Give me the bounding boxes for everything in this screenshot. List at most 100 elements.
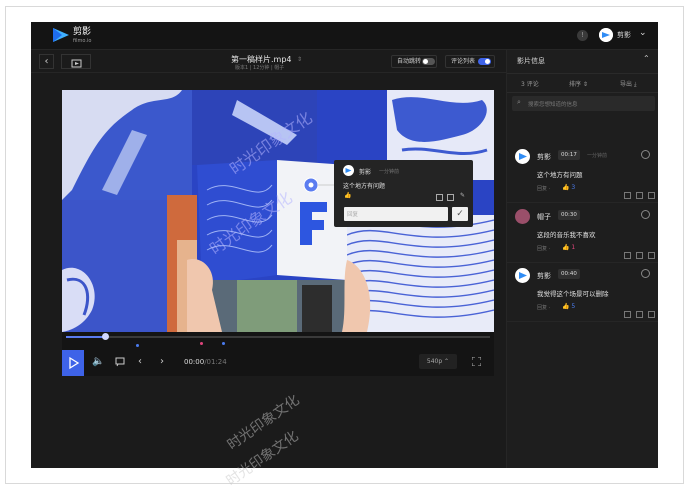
edit-icon[interactable]: ✎ [460, 192, 465, 199]
copy-icon[interactable] [636, 252, 643, 259]
like-count[interactable]: 👍 1 [562, 244, 575, 251]
comment-marker[interactable] [136, 344, 139, 347]
like-number: 5 [571, 303, 576, 310]
reply-link[interactable]: 回复 · [537, 245, 550, 252]
search-icon: ⌕ [517, 98, 521, 106]
timeline[interactable] [62, 332, 494, 348]
like-count[interactable]: 👍 3 [562, 184, 575, 191]
autoplay-toggle[interactable]: 自动跳转 [391, 55, 437, 68]
thumbs-up-icon: 👍 [562, 244, 570, 251]
prev-comment-icon[interactable]: ‹ [138, 357, 142, 367]
resolve-radio[interactable] [641, 269, 650, 278]
comment-ago: 一分钟前 [587, 153, 608, 159]
time-display: 00:00/01:24 [184, 358, 227, 366]
sort-button[interactable]: 排序 ⇕ [569, 79, 588, 88]
comment-text: 我觉得这个场景可以删除 [537, 290, 609, 298]
comment-list-toggle[interactable]: 评论列表 [445, 55, 495, 68]
autoplay-switch[interactable] [422, 58, 435, 65]
edit-icon[interactable] [648, 311, 655, 318]
comment-marker[interactable] [222, 342, 225, 345]
sidebar-title: 影片信息 [517, 57, 545, 65]
copy-icon[interactable] [447, 194, 454, 201]
delete-icon[interactable] [624, 252, 631, 259]
video-frame[interactable]: 剪影 一分钟前 这个地方有问题 👍 ✎ 回复 ✓ 时光印象文化 时光印象文化 [62, 90, 494, 332]
send-button[interactable]: ✓ [452, 207, 468, 221]
volume-icon[interactable]: 🔈 [92, 357, 104, 367]
info-icon[interactable]: ! [577, 30, 588, 41]
comment-marker[interactable] [200, 342, 203, 345]
play-button[interactable] [62, 350, 84, 376]
version-switch-icon[interactable]: ⇕ [297, 56, 302, 63]
quality-select[interactable]: 540p ⌃ [419, 354, 457, 369]
comment-author: 剪影 [537, 153, 551, 161]
avatar [515, 268, 530, 283]
comment-text: 这段的音乐我不喜欢 [537, 231, 596, 239]
next-comment-icon[interactable]: › [160, 357, 164, 367]
comment-item[interactable]: 剪影 00:40 我觉得这个场景可以删除 回复 · 👍 5 [507, 263, 658, 322]
user-name[interactable]: 剪影 [617, 30, 631, 40]
info-sidebar: 影片信息 ⌃ 3 评论 排序 ⇕ 导出 ⤓ ⌕ 搜索您想知道的信息 剪影 00:1… [506, 50, 658, 468]
player-controls: 🔈 ‹ › 00:00/01:24 540p ⌃ [62, 348, 494, 376]
current-time: 00:00 [184, 358, 205, 366]
file-toolbar: ‹ 第一稿样片.mp4 版本1 | 12分钟 | 帽子 ⇕ 自动跳转 评论列表 [31, 50, 506, 73]
delete-icon[interactable] [624, 192, 631, 199]
play-icon [69, 356, 80, 370]
export-button[interactable]: 导出 ⤓ [620, 79, 637, 89]
like-count[interactable]: 👍 5 [562, 303, 575, 310]
copy-icon[interactable] [636, 311, 643, 318]
comment-count: 3 评论 [521, 81, 539, 88]
delete-icon[interactable] [436, 194, 443, 201]
snapshot-button[interactable] [61, 54, 91, 69]
copy-icon[interactable] [636, 192, 643, 199]
edit-icon[interactable] [648, 192, 655, 199]
like-number: 1 [571, 244, 576, 251]
resolve-radio[interactable] [641, 150, 650, 159]
brand-name: 剪影 [73, 27, 92, 37]
avatar [515, 209, 530, 224]
chevron-up-icon[interactable]: ⌃ [643, 54, 650, 63]
comment-item[interactable]: 剪影 00:17 一分钟前这个地方有问题 回复 · 👍 3 [507, 144, 658, 203]
total-time: /01:24 [204, 358, 227, 366]
comment-item[interactable]: 帽子 00:30 这段的音乐我不喜欢 回复 · 👍 1 [507, 204, 658, 263]
app-window: 剪影 filmo.io ! 剪影 ⌄ ‹ 第一稿样片.mp4 版本1 | 12分… [31, 22, 658, 468]
comment-actions [619, 184, 655, 203]
search-input[interactable]: ⌕ 搜索您想知道的信息 [512, 96, 655, 111]
fullscreen-icon[interactable] [472, 357, 481, 366]
thumbs-up-icon: 👍 [562, 184, 570, 191]
comment-popup[interactable]: 剪影 一分钟前 这个地方有问题 👍 ✎ 回复 ✓ [334, 160, 473, 227]
edit-icon[interactable] [648, 252, 655, 259]
comment-list-switch[interactable] [478, 58, 491, 65]
comment-text: 这个地方有问题 [537, 171, 583, 179]
thumbs-up-icon[interactable]: 👍 [344, 192, 351, 199]
delete-icon[interactable] [624, 311, 631, 318]
timecode-badge[interactable]: 00:17 [558, 150, 580, 160]
reply-placeholder: 回复 [347, 212, 359, 218]
timeline-track[interactable] [66, 336, 490, 338]
search-placeholder: 搜索您想知道的信息 [528, 102, 578, 108]
comment-toggle-icon[interactable] [115, 357, 125, 370]
user-avatar[interactable] [599, 28, 613, 42]
avatar [515, 149, 530, 164]
thumbs-up-icon: 👍 [562, 303, 570, 310]
timeline-progress [66, 336, 105, 338]
reply-input[interactable]: 回复 [344, 207, 448, 221]
brand-subtitle: filmo.io [73, 38, 92, 44]
comment-author: 帽子 [537, 213, 551, 221]
popup-avatar [343, 165, 354, 176]
comment-list-label: 评论列表 [451, 58, 476, 65]
timecode-badge[interactable]: 00:30 [558, 210, 580, 220]
sidebar-toolbar: 3 评论 排序 ⇕ 导出 ⤓ [507, 73, 658, 93]
chevron-down-icon[interactable]: ⌄ [639, 28, 647, 38]
timeline-scrubber[interactable] [102, 333, 109, 340]
back-button[interactable]: ‹ [39, 54, 54, 69]
timecode-badge[interactable]: 00:40 [558, 269, 580, 279]
comment-actions [619, 303, 655, 322]
reply-link[interactable]: 回复 · [537, 185, 550, 192]
reply-link[interactable]: 回复 · [537, 304, 550, 311]
popup-ago: 一分钟前 [379, 169, 400, 175]
resolve-radio[interactable] [641, 210, 650, 219]
popup-text: 这个地方有问题 [343, 183, 386, 190]
like-number: 3 [571, 184, 576, 191]
camera-icon [71, 59, 82, 68]
logo-icon [53, 28, 69, 42]
